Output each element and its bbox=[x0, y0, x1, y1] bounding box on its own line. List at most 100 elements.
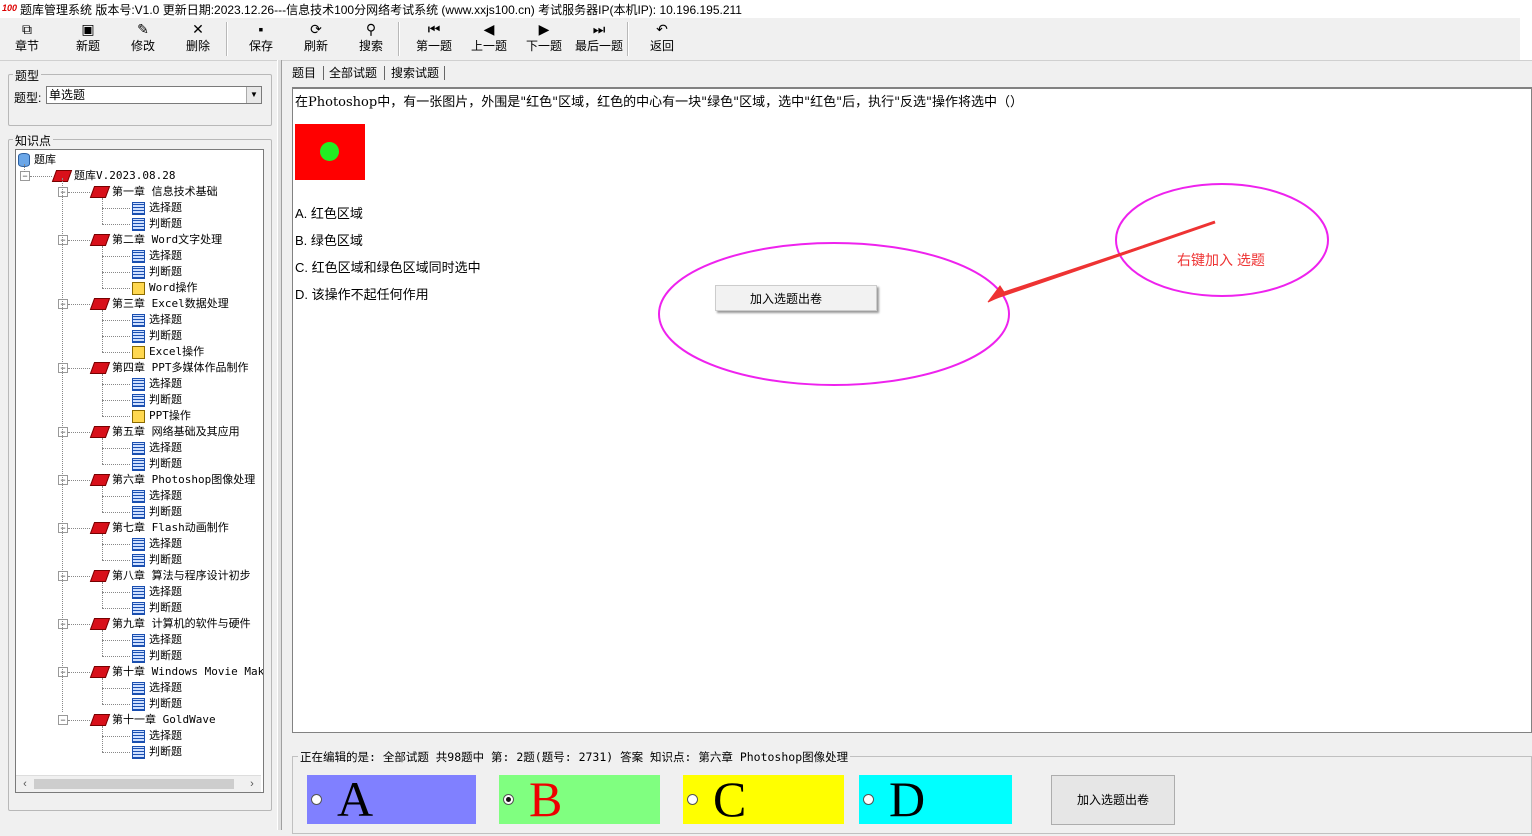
tree-leaf-node[interactable]: 判断题 bbox=[132, 648, 182, 664]
tree-leaf-node[interactable]: 判断题 bbox=[132, 552, 182, 568]
toolbar-button-7[interactable]: ⏮ 第一题 bbox=[407, 20, 461, 58]
toolbar-button-0[interactable]: ⧉ 章节 bbox=[0, 20, 54, 58]
toolbar-button-8[interactable]: ◀ 上一题 bbox=[462, 20, 516, 58]
answer-letter: A bbox=[337, 771, 374, 827]
tree-chapter-node[interactable]: 第十章 Windows Movie Make bbox=[89, 664, 263, 680]
tree-leaf-label: PPT操作 bbox=[149, 409, 191, 422]
tree-leaf-node[interactable]: Excel操作 bbox=[132, 344, 204, 360]
tree-line bbox=[102, 736, 130, 737]
answer-choice[interactable]: B bbox=[499, 771, 660, 827]
toolbar-button-10[interactable]: ⏭ 最后一题 bbox=[572, 20, 626, 58]
tree-chapter-node[interactable]: 第三章 Excel数据处理 bbox=[89, 296, 229, 312]
scroll-right-icon[interactable]: › bbox=[245, 776, 259, 792]
context-menu-add-to-paper[interactable]: 加入选题出卷 bbox=[750, 290, 822, 307]
tree-line bbox=[102, 310, 103, 352]
collapse-icon[interactable]: − bbox=[58, 619, 68, 629]
tree-chapter-node[interactable]: 第四章 PPT多媒体作品制作 bbox=[89, 360, 249, 376]
tree-leaf-node[interactable]: 判断题 bbox=[132, 504, 182, 520]
collapse-icon[interactable]: − bbox=[20, 171, 30, 181]
tree-chapter-node[interactable]: 第六章 Photoshop图像处理 bbox=[89, 472, 255, 488]
collapse-icon[interactable]: − bbox=[58, 571, 68, 581]
answer-letter: B bbox=[529, 771, 563, 827]
tree-chapter-node[interactable]: 第五章 网络基础及其应用 bbox=[89, 424, 240, 440]
tree-leaf-node[interactable]: 选择题 bbox=[132, 440, 182, 456]
tree-root-label: 题库 bbox=[34, 153, 56, 166]
toolbar-button-5[interactable]: ⟳ 刷新 bbox=[289, 20, 343, 58]
tree-leaf-node[interactable]: 判断题 bbox=[132, 744, 182, 760]
tree-leaf-node[interactable]: 选择题 bbox=[132, 536, 182, 552]
tree-leaf-node[interactable]: 选择题 bbox=[132, 376, 182, 392]
answer-radio[interactable] bbox=[503, 794, 514, 805]
collapse-icon[interactable]: − bbox=[58, 363, 68, 373]
tree-chapter-node[interactable]: 第八章 算法与程序设计初步 bbox=[89, 568, 251, 584]
answer-radio[interactable] bbox=[311, 794, 322, 805]
tree-leaf-node[interactable]: 判断题 bbox=[132, 392, 182, 408]
tree-leaf-node[interactable]: 选择题 bbox=[132, 584, 182, 600]
toolbar-button-4[interactable]: ▪ 保存 bbox=[234, 20, 288, 58]
collapse-icon[interactable]: − bbox=[58, 427, 68, 437]
tree-leaf-node[interactable]: 判断题 bbox=[132, 456, 182, 472]
splitter[interactable] bbox=[277, 60, 282, 830]
toolbar-button-11[interactable]: ↶ 返回 bbox=[635, 20, 689, 58]
collapse-icon[interactable]: − bbox=[58, 667, 68, 677]
tree-leaf-node[interactable]: PPT操作 bbox=[132, 408, 191, 424]
tree-chapter-node[interactable]: 第一章 信息技术基础 bbox=[89, 184, 218, 200]
collapse-icon[interactable]: − bbox=[58, 299, 68, 309]
tree-leaf-node[interactable]: 判断题 bbox=[132, 264, 182, 280]
tree-chapter-node[interactable]: 第七章 Flash动画制作 bbox=[89, 520, 229, 536]
toolbar-button-9[interactable]: ▶ 下一题 bbox=[517, 20, 571, 58]
tree-line bbox=[24, 164, 25, 172]
collapse-icon[interactable]: − bbox=[58, 475, 68, 485]
type-combobox[interactable]: 单选题 ▼ bbox=[46, 86, 262, 104]
tab-all-questions[interactable]: 全部试题 bbox=[329, 64, 377, 82]
add-to-paper-button[interactable]: 加入选题出卷 bbox=[1051, 775, 1175, 825]
answer-choice[interactable]: C bbox=[683, 773, 844, 825]
scroll-thumb[interactable] bbox=[34, 779, 234, 789]
collapse-icon[interactable]: − bbox=[58, 187, 68, 197]
tree-leaf-node[interactable]: 选择题 bbox=[132, 632, 182, 648]
tree-chapter-node[interactable]: 第十一章 GoldWave bbox=[89, 712, 216, 728]
tree-line bbox=[68, 576, 90, 577]
tree-leaf-node[interactable]: 选择题 bbox=[132, 488, 182, 504]
option-b: B. 绿色区域 bbox=[295, 233, 363, 248]
chevron-down-icon[interactable]: ▼ bbox=[246, 87, 261, 103]
tree-chapter-node[interactable]: 第九章 计算机的软件与硬件 bbox=[89, 616, 251, 632]
tab-question[interactable]: 题目 bbox=[292, 64, 316, 82]
tree-chapter-label: 第八章 算法与程序设计初步 bbox=[112, 569, 251, 582]
knowledge-tree[interactable]: 题库 题库V.2023.08.28− 第一章 信息技术基础 − 选择题 判断题 第二章 Wo… bbox=[15, 149, 264, 793]
answer-radio[interactable] bbox=[687, 794, 698, 805]
toolbar-button-3[interactable]: ✕ 删除 bbox=[171, 20, 225, 58]
type-label: 题型: bbox=[14, 91, 42, 105]
tab-search-questions[interactable]: 搜索试题 bbox=[391, 64, 439, 82]
collapse-icon[interactable]: − bbox=[58, 715, 68, 725]
answer-radio[interactable] bbox=[863, 794, 874, 805]
tree-leaf-node[interactable]: 判断题 bbox=[132, 600, 182, 616]
tree-leaf-node[interactable]: Word操作 bbox=[132, 280, 198, 296]
tree-horizontal-scrollbar[interactable]: ‹ › bbox=[16, 775, 261, 792]
tree-version-node[interactable]: 题库V.2023.08.28 bbox=[51, 168, 175, 184]
collapse-icon[interactable]: − bbox=[58, 235, 68, 245]
tree-leaf-node[interactable]: 判断题 bbox=[132, 328, 182, 344]
tree-leaf-node[interactable]: 选择题 bbox=[132, 728, 182, 744]
tree-line bbox=[102, 272, 130, 273]
grid-icon bbox=[132, 217, 145, 231]
grid-icon bbox=[132, 313, 145, 327]
answer-choice[interactable]: D bbox=[859, 773, 1012, 825]
collapse-icon[interactable]: − bbox=[58, 523, 68, 533]
scroll-left-icon[interactable]: ‹ bbox=[18, 776, 32, 792]
tree-leaf-node[interactable]: 选择题 bbox=[132, 200, 182, 216]
tree-leaf-node[interactable]: 选择题 bbox=[132, 312, 182, 328]
grid-icon bbox=[132, 201, 145, 215]
tree-chapter-node[interactable]: 第二章 Word文字处理 bbox=[89, 232, 222, 248]
tree-leaf-node[interactable]: 判断题 bbox=[132, 216, 182, 232]
tree-leaf-node[interactable]: 选择题 bbox=[132, 680, 182, 696]
answer-choice[interactable]: A bbox=[307, 771, 476, 827]
toolbar-button-1[interactable]: ▣ 新题 bbox=[61, 20, 115, 58]
toolbar-button-2[interactable]: ✎ 修改 bbox=[116, 20, 170, 58]
tree-line bbox=[68, 624, 90, 625]
toolbar-button-6[interactable]: ⚲ 搜索 bbox=[344, 20, 398, 58]
tree-leaf-node[interactable]: 判断题 bbox=[132, 696, 182, 712]
book-icon bbox=[89, 522, 111, 534]
question-editor[interactable]: 在Photoshop中，有一张图片，外围是"红色"区域，红色的中心有一块"绿色"… bbox=[292, 87, 1532, 733]
tree-leaf-node[interactable]: 选择题 bbox=[132, 248, 182, 264]
